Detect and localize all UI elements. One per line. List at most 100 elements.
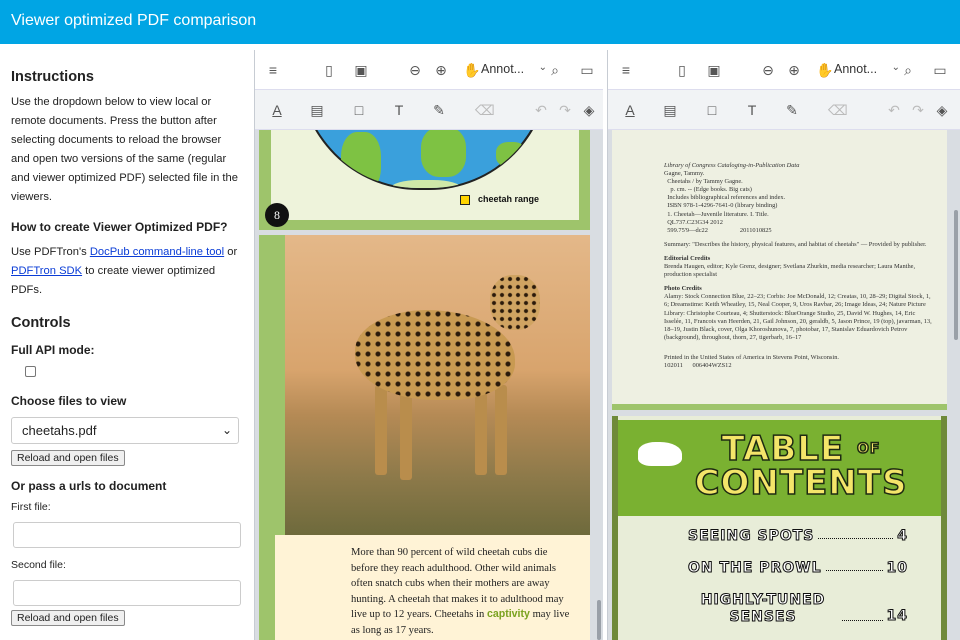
file-select-value: cheetahs.pdf [22, 423, 97, 438]
menu-icon[interactable]: ≡ [265, 62, 281, 78]
toc-entry-label: SEEING SPOTS [687, 528, 815, 545]
toc-entry-page: 14 [886, 608, 908, 625]
cheetah-leg [495, 385, 507, 475]
toc-entry-page: 10 [886, 560, 908, 577]
cip-line: p. cm. -- (Edge books. Big cats) [664, 186, 752, 194]
how-to-text: Use PDFTron's DocPub command-line tool o… [11, 243, 241, 300]
comment-panel-icon[interactable]: ▭ [579, 62, 595, 78]
pdf-page-map: 8 cheetah range [259, 130, 590, 230]
cheetah-leg [475, 385, 487, 475]
reload-button[interactable]: Reload and open files [11, 450, 125, 466]
zoom-in-icon[interactable]: ⊕ [786, 62, 802, 78]
cip-line: Includes bibliographical references and … [664, 194, 786, 202]
chevron-down-icon: ⌄ [891, 62, 900, 73]
print-code: 102011 006404WZS12 [664, 361, 732, 369]
reload-button-urls[interactable]: Reload and open files [11, 610, 125, 626]
docpub-link[interactable]: DocPub command-line tool [90, 246, 224, 258]
undo-icon[interactable]: ↶ [886, 102, 902, 118]
menu-icon[interactable]: ≡ [618, 62, 634, 78]
shape-eraser-icon[interactable]: ⌫ [828, 102, 848, 118]
chevron-down-icon: ⌄ [538, 62, 547, 73]
toc-entry[interactable]: ON THE PROWL 10 [688, 560, 908, 577]
toolbar-group-dropdown[interactable]: Annot... ⌄ [830, 59, 902, 81]
cheetah-head [490, 275, 540, 330]
toc-banner: TABLE OF CONTENTS [618, 420, 941, 516]
cip-line: QL737.C23G34 2012 [664, 218, 723, 226]
viewer-regular: ≡ ▯ ▣ ⊖ ⊕ ✋ Annot... ⌄ ⌕ ▭ A ▤ □ T ✎ ⌫ ↶… [254, 50, 603, 640]
toc-entry-label: HIGHLY-TUNED SENSES [700, 592, 826, 626]
full-api-checkbox[interactable] [25, 366, 36, 377]
toc-title-of: OF [856, 440, 881, 458]
eraser-icon[interactable]: ◈ [934, 102, 950, 118]
land-shape [421, 130, 466, 177]
left-panel-icon[interactable]: ▯ [674, 62, 690, 78]
toolbar-group-label: Annot... [834, 62, 878, 76]
viewer-header-toolbar: ≡ ▯ ▣ ⊖ ⊕ ✋ Annot... ⌄ ⌕ ▭ [608, 50, 960, 90]
toolbar-group-dropdown[interactable]: Annot... ⌄ [477, 59, 549, 81]
first-file-input[interactable] [13, 522, 241, 548]
pen-tool-icon[interactable]: ✎ [431, 102, 447, 118]
instructions-heading: Instructions [11, 69, 94, 85]
world-map [299, 130, 549, 190]
scrollbar-thumb[interactable] [954, 210, 958, 340]
map-background [271, 130, 579, 220]
rectangle-tool-icon[interactable]: □ [351, 102, 367, 118]
file-icon[interactable]: ▣ [353, 62, 369, 78]
search-icon[interactable]: ⌕ [900, 62, 916, 78]
undo-icon[interactable]: ↶ [533, 102, 549, 118]
shape-eraser-icon[interactable]: ⌫ [475, 102, 495, 118]
toc-entry[interactable]: HIGHLY-TUNED SENSES 14 [688, 592, 908, 626]
viewer-tools-toolbar: A ▤ □ T ✎ ⌫ ↶ ↷ ◈ [608, 90, 960, 130]
toc-entry[interactable]: SEEING SPOTS 4 [687, 528, 908, 545]
left-panel-icon[interactable]: ▯ [321, 62, 337, 78]
url-heading: Or pass a urls to document [11, 479, 167, 493]
cip-line: ISBN 978-1-4296-7641-0 (library binding) [664, 202, 778, 210]
file-select[interactable]: cheetahs.pdf ⌄ [11, 417, 239, 444]
toc-entry-label: ON THE PROWL [688, 560, 822, 577]
redo-icon[interactable]: ↷ [557, 102, 573, 118]
legend-swatch [460, 195, 470, 205]
document-container[interactable]: Library of Congress Cataloging-in-Public… [612, 130, 948, 640]
document-container[interactable]: 8 cheetah range More than 90 percent of … [259, 130, 591, 640]
chevron-down-icon: ⌄ [221, 423, 232, 437]
cip-summary: Summary: "Describes the history, physica… [664, 240, 927, 248]
pen-tool-icon[interactable]: ✎ [784, 102, 800, 118]
editorial-text: Brenda Haugen, editor; Kyle Grenz, desig… [664, 263, 916, 279]
pdf-page-photo: More than 90 percent of wild cheetah cub… [259, 235, 590, 640]
zoom-out-icon[interactable]: ⊖ [760, 62, 776, 78]
text-tool-icon[interactable]: T [744, 102, 760, 118]
zoom-out-icon[interactable]: ⊖ [407, 62, 423, 78]
zoom-in-icon[interactable]: ⊕ [433, 62, 449, 78]
land-shape [341, 132, 381, 188]
rectangle-tool-icon[interactable]: □ [704, 102, 720, 118]
cheetah-leg [375, 385, 387, 475]
toc-title-line2: CONTENTS [694, 463, 908, 503]
text-underline-tool-icon[interactable]: A [269, 102, 285, 118]
toc-background: TABLE OF CONTENTS SEEING SPOTS 4 ON THE P… [618, 416, 941, 640]
file-icon[interactable]: ▣ [706, 62, 722, 78]
text-tool-icon[interactable]: T [391, 102, 407, 118]
choose-files-label: Choose files to view [11, 394, 127, 408]
viewer-optimized: ≡ ▯ ▣ ⊖ ⊕ ✋ Annot... ⌄ ⌕ ▭ A ▤ □ T ✎ ⌫ ↶… [607, 50, 960, 640]
cheetah-photo [285, 235, 590, 535]
text-underline-tool-icon[interactable]: A [622, 102, 638, 118]
full-api-label: Full API mode: [11, 343, 95, 357]
land-shape [391, 180, 461, 188]
free-text-tool-icon[interactable]: ▤ [662, 102, 678, 118]
scrollbar-thumb[interactable] [597, 600, 601, 640]
cip-line: 1. Cheetah—Juvenile literature. I. Title… [664, 210, 769, 218]
cip-line: 599.75'9—dc22 2011010825 [664, 226, 772, 234]
comment-panel-icon[interactable]: ▭ [932, 62, 948, 78]
photo-credits-heading: Photo Credits [664, 285, 702, 293]
toolbar-group-label: Annot... [481, 62, 525, 76]
instructions-text: Use the dropdown below to view local or … [11, 96, 238, 203]
editorial-heading: Editorial Credits [664, 254, 711, 262]
free-text-tool-icon[interactable]: ▤ [309, 102, 325, 118]
first-file-label: First file: [11, 501, 51, 513]
eraser-icon[interactable]: ◈ [581, 102, 597, 118]
search-icon[interactable]: ⌕ [547, 62, 563, 78]
second-file-input[interactable] [13, 580, 241, 606]
glossary-term: captivity [486, 608, 530, 621]
pdftron-sdk-link[interactable]: PDFTron SDK [11, 265, 82, 277]
redo-icon[interactable]: ↷ [910, 102, 926, 118]
